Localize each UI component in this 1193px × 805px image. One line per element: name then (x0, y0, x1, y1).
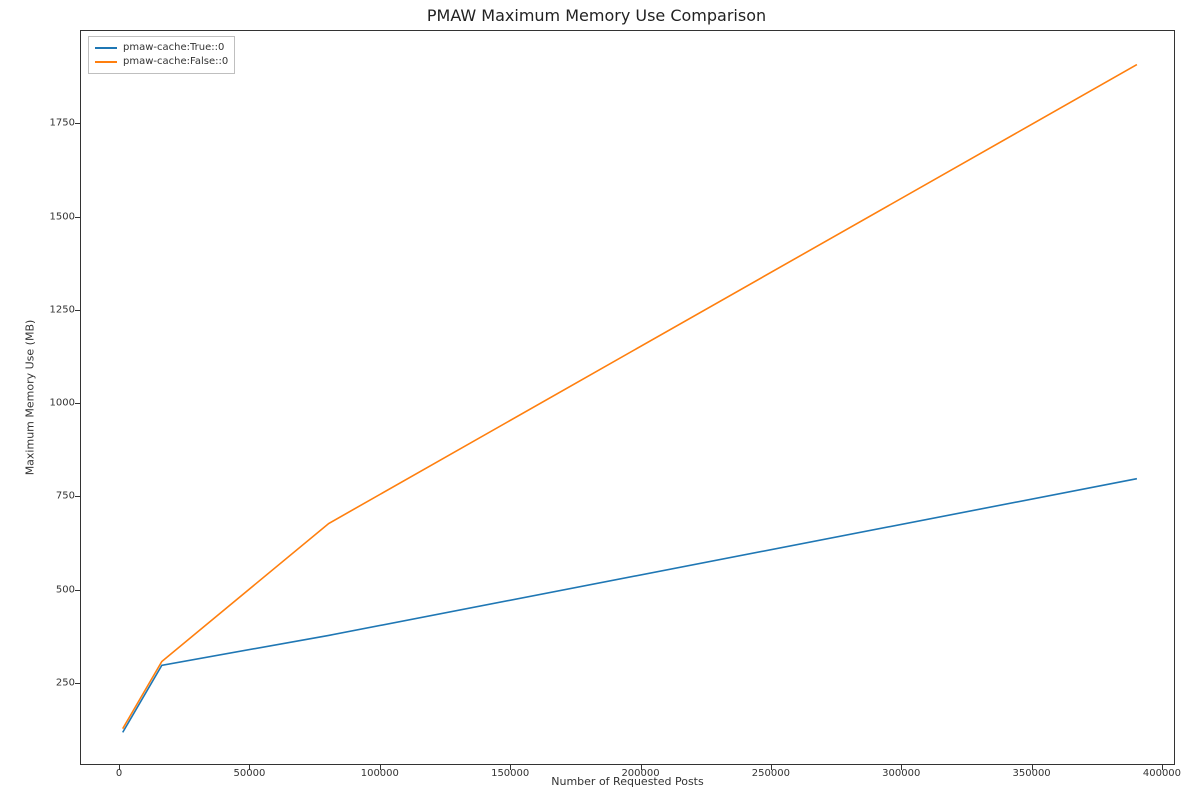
x-tick-label: 0 (116, 768, 122, 779)
legend-swatch (95, 61, 117, 63)
x-tick-label: 250000 (752, 768, 790, 779)
x-tick-label: 300000 (882, 768, 920, 779)
y-tick-mark (75, 310, 80, 311)
y-tick-label: 500 (56, 584, 75, 595)
y-tick-mark (75, 590, 80, 591)
legend-label: pmaw-cache:True::0 (123, 41, 224, 55)
chart-title: PMAW Maximum Memory Use Comparison (0, 6, 1193, 25)
y-tick-label: 750 (56, 491, 75, 502)
y-tick-label: 1750 (50, 118, 75, 129)
x-tick-label: 200000 (621, 768, 659, 779)
chart-lines (81, 31, 1176, 766)
legend-item: pmaw-cache:True::0 (95, 41, 228, 55)
y-tick-mark (75, 683, 80, 684)
y-axis-label: Maximum Memory Use (MB) (20, 30, 40, 765)
legend-item: pmaw-cache:False::0 (95, 55, 228, 69)
chart-figure: PMAW Maximum Memory Use Comparison Maxim… (0, 0, 1193, 805)
legend: pmaw-cache:True::0pmaw-cache:False::0 (88, 36, 235, 74)
x-tick-label: 400000 (1143, 768, 1181, 779)
legend-label: pmaw-cache:False::0 (123, 55, 228, 69)
plot-area (80, 30, 1175, 765)
y-tick-mark (75, 496, 80, 497)
series-line (123, 479, 1137, 733)
y-tick-mark (75, 403, 80, 404)
y-tick-label: 250 (56, 677, 75, 688)
y-tick-mark (75, 217, 80, 218)
legend-swatch (95, 47, 117, 49)
y-tick-label: 1250 (50, 304, 75, 315)
y-tick-label: 1500 (50, 211, 75, 222)
x-tick-label: 350000 (1013, 768, 1051, 779)
x-tick-label: 100000 (361, 768, 399, 779)
y-tick-label: 1000 (50, 398, 75, 409)
x-tick-label: 150000 (491, 768, 529, 779)
y-tick-mark (75, 123, 80, 124)
x-tick-label: 50000 (234, 768, 266, 779)
series-line (123, 65, 1137, 729)
